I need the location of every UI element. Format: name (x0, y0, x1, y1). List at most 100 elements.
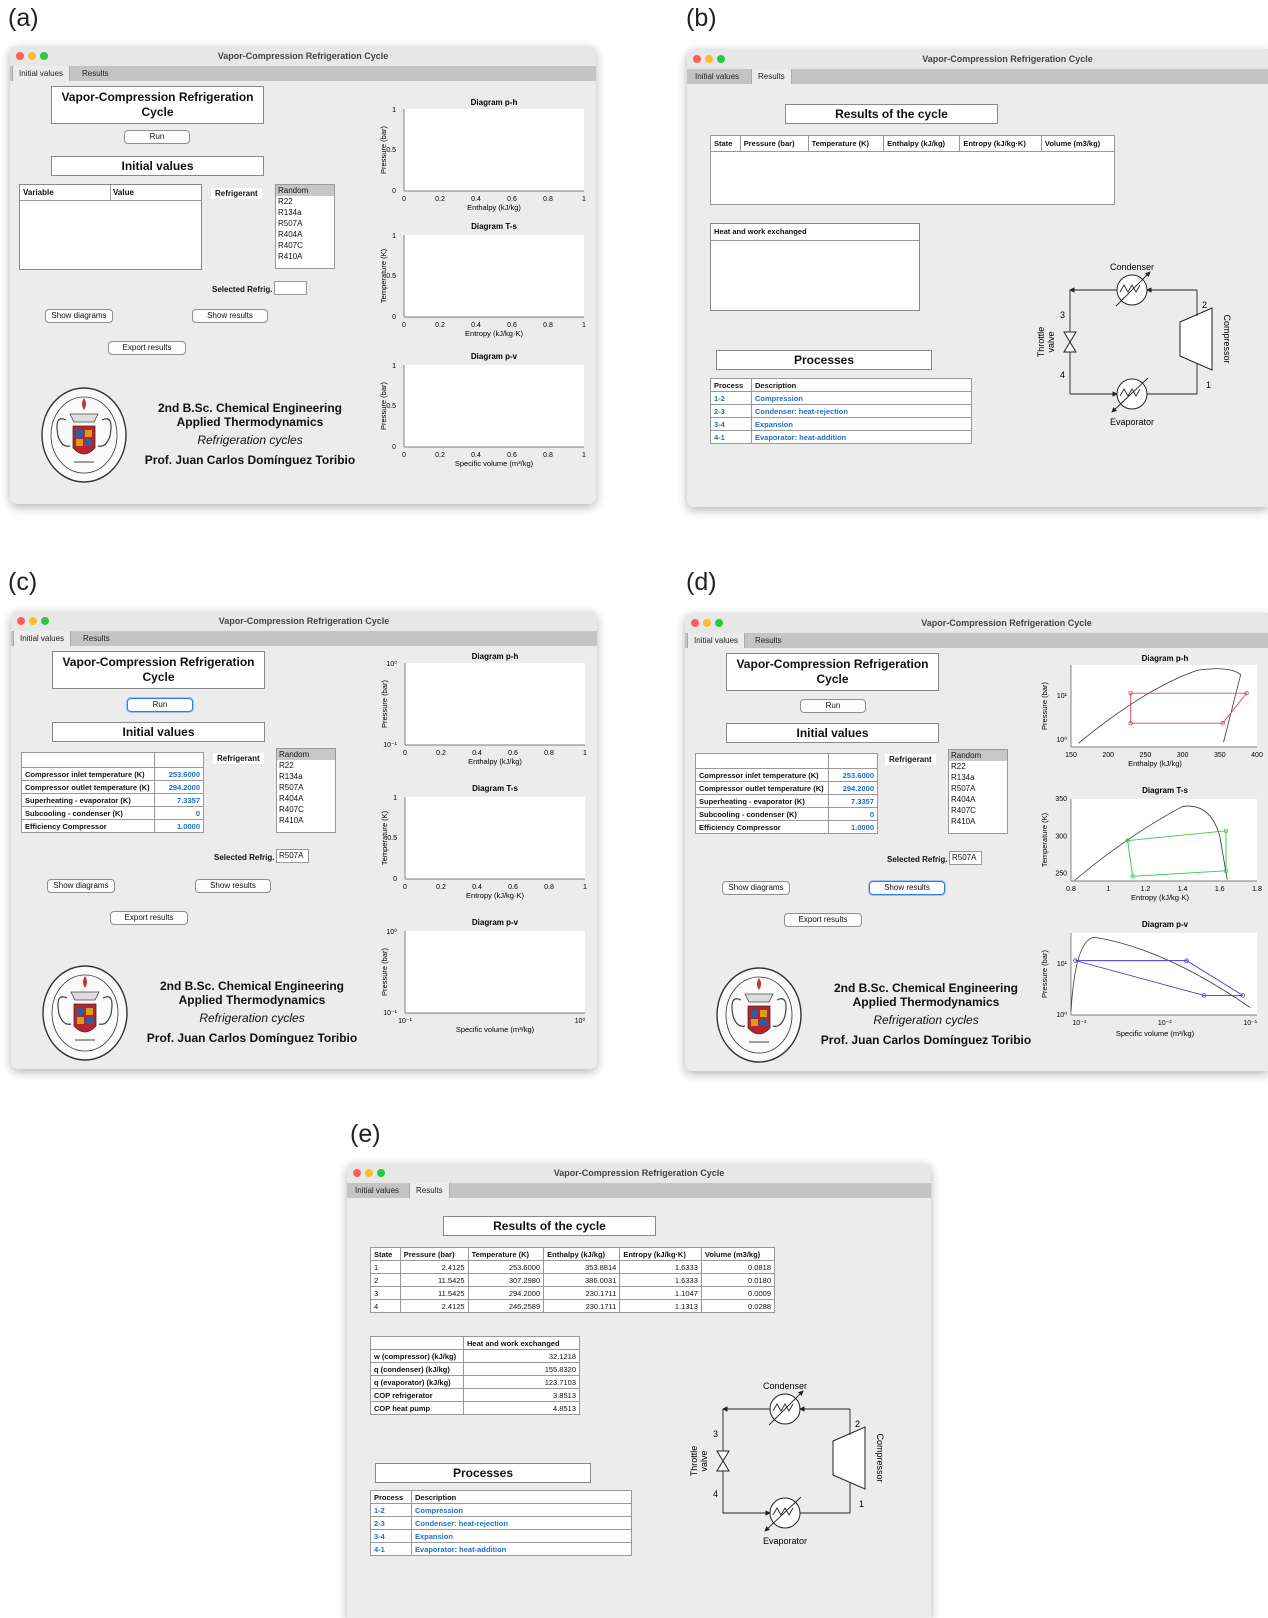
refrigerant-option[interactable]: R407C (949, 805, 1007, 816)
export-results-button[interactable]: Export results (108, 341, 186, 355)
table-row[interactable]: 3-4 Expansion (370, 1529, 632, 1543)
export-results-button[interactable]: Export results (784, 913, 862, 927)
run-button[interactable]: Run (124, 130, 190, 144)
refrigerant-option[interactable]: R507A (276, 218, 334, 229)
table-row[interactable]: q (evaporator) (kJ/kg) 123.7103 (370, 1375, 580, 1389)
table-row[interactable]: Superheating - evaporator (K) 7.3357 (695, 794, 878, 808)
close-window-button[interactable] (353, 1169, 361, 1177)
table-row[interactable]: 4 2.4125 246.2589 230.1711 1.1313 0.0288 (370, 1299, 776, 1313)
states-table[interactable]: State Pressure (bar) Temperature (K) Ent… (710, 135, 1116, 205)
show-diagrams-button[interactable]: Show diagrams (47, 879, 115, 893)
input-value[interactable]: 253.6000 (154, 767, 204, 781)
tab-initial-values[interactable]: Initial values (13, 631, 72, 646)
selected-refrig-field[interactable] (274, 281, 307, 295)
zoom-window-button[interactable] (717, 55, 725, 63)
heat-work-table[interactable]: Heat and work exchanged (710, 223, 920, 311)
refrigerant-option[interactable]: R410A (277, 815, 335, 826)
refrigerant-option[interactable]: R410A (276, 251, 334, 262)
initial-values-table[interactable]: Variable Value (19, 184, 202, 270)
input-value[interactable]: 294.2000 (154, 780, 204, 794)
refrigerant-option[interactable]: R410A (949, 816, 1007, 827)
table-row[interactable]: 1-2 Compression (370, 1503, 632, 1517)
input-value[interactable]: 253.6000 (828, 768, 878, 782)
refrigerant-listbox[interactable]: Random R22 R134a R507A R404A R407C R410A (948, 749, 1008, 834)
refrigerant-option[interactable]: R22 (276, 196, 334, 207)
run-button[interactable]: Run (127, 698, 193, 712)
refrigerant-option[interactable]: R507A (277, 782, 335, 793)
close-window-button[interactable] (16, 52, 24, 60)
run-button[interactable]: Run (800, 699, 866, 713)
table-row[interactable]: 3 11.5425 294.2000 230.1711 1.1047 0.0009 (370, 1286, 776, 1300)
tab-initial-values[interactable]: Initial values (349, 1183, 405, 1198)
heat-work-table[interactable]: Heat and work exchanged w (compressor) (… (370, 1336, 580, 1415)
refrigerant-option[interactable]: Random (949, 750, 1007, 761)
refrigerant-option[interactable]: R22 (277, 760, 335, 771)
show-results-button[interactable]: Show results (192, 309, 268, 323)
refrigerant-option[interactable]: R407C (277, 804, 335, 815)
table-row[interactable]: 4-1 Evaporator: heat-addition (710, 430, 972, 444)
zoom-window-button[interactable] (715, 619, 723, 627)
refrigerant-option[interactable]: R404A (277, 793, 335, 804)
refrigerant-option[interactable]: R507A (949, 783, 1007, 794)
tab-initial-values[interactable]: Initial values (687, 633, 746, 648)
zoom-window-button[interactable] (40, 52, 48, 60)
processes-table[interactable]: Process Description 1-2 Compression 2-3 Con… (370, 1490, 632, 1556)
refrigerant-listbox[interactable]: Random R22 R134a R507A R404A R407C R410A (276, 748, 336, 833)
input-value[interactable]: 1.0000 (154, 819, 204, 833)
close-window-button[interactable] (17, 617, 25, 625)
table-row[interactable]: Subcooling - condenser (K) 0 (695, 807, 878, 821)
tab-results[interactable]: Results (409, 1183, 450, 1198)
tab-results[interactable]: Results (751, 69, 792, 84)
show-results-button[interactable]: Show results (869, 881, 945, 895)
input-value[interactable]: 0 (154, 806, 204, 820)
input-value[interactable]: 1.0000 (828, 820, 878, 834)
processes-table[interactable]: Process Description 1-2 Compression 2-3 Con… (710, 378, 972, 444)
table-row[interactable]: 3-4 Expansion (710, 417, 972, 431)
input-value[interactable]: 7.3357 (828, 794, 878, 808)
input-value[interactable]: 7.3357 (154, 793, 204, 807)
initial-values-table[interactable]: Compressor inlet temperature (K) 253.6000… (21, 752, 204, 833)
table-row[interactable]: 2 11.5425 307.2980 386.0031 1.6333 0.0180 (370, 1273, 776, 1287)
refrigerant-option[interactable]: R22 (949, 761, 1007, 772)
show-diagrams-button[interactable]: Show diagrams (722, 881, 790, 895)
selected-refrig-field[interactable]: R507A (276, 849, 309, 863)
table-row[interactable]: q (condenser) (kJ/kg) 155.8320 (370, 1362, 580, 1376)
table-row[interactable]: Efficiency Compressor 1.0000 (21, 819, 204, 833)
minimize-window-button[interactable] (703, 619, 711, 627)
selected-refrig-field[interactable]: R507A (949, 851, 982, 865)
refrigerant-option[interactable]: Random (277, 749, 335, 760)
close-window-button[interactable] (693, 55, 701, 63)
export-results-button[interactable]: Export results (110, 911, 188, 925)
refrigerant-option[interactable]: R134a (276, 207, 334, 218)
minimize-window-button[interactable] (28, 52, 36, 60)
refrigerant-option[interactable]: Random (276, 185, 334, 196)
refrigerant-option[interactable]: R134a (277, 771, 335, 782)
input-value[interactable]: 0 (828, 807, 878, 821)
table-row[interactable]: 1-2 Compression (710, 391, 972, 405)
initial-values-table[interactable]: Compressor inlet temperature (K) 253.6000… (695, 753, 878, 834)
table-row[interactable]: 2-3 Condenser: heat-rejection (710, 404, 972, 418)
table-row[interactable]: COP refrigerator 3.8513 (370, 1388, 580, 1402)
show-diagrams-button[interactable]: Show diagrams (45, 309, 113, 323)
minimize-window-button[interactable] (365, 1169, 373, 1177)
close-window-button[interactable] (691, 619, 699, 627)
table-row[interactable]: Subcooling - condenser (K) 0 (21, 806, 204, 820)
tab-results[interactable]: Results (76, 66, 115, 81)
table-row[interactable]: Compressor outlet temperature (K) 294.200… (695, 781, 878, 795)
refrigerant-option[interactable]: R134a (949, 772, 1007, 783)
table-row[interactable]: Efficiency Compressor 1.0000 (695, 820, 878, 834)
table-row[interactable]: Compressor outlet temperature (K) 294.200… (21, 780, 204, 794)
zoom-window-button[interactable] (377, 1169, 385, 1177)
tab-initial-values[interactable]: Initial values (689, 69, 745, 84)
refrigerant-option[interactable]: R404A (949, 794, 1007, 805)
table-row[interactable]: 2-3 Condenser: heat-rejection (370, 1516, 632, 1530)
table-row[interactable]: 1 2.4125 253.6000 353.8814 1.6333 0.0818 (370, 1260, 776, 1274)
refrigerant-option[interactable]: R404A (276, 229, 334, 240)
refrigerant-option[interactable]: R407C (276, 240, 334, 251)
table-row[interactable]: w (compressor) (kJ/kg) 32.1218 (370, 1349, 580, 1363)
states-table[interactable]: State Pressure (bar) Temperature (K) Ent… (370, 1247, 776, 1313)
table-row[interactable]: Compressor inlet temperature (K) 253.6000 (695, 768, 878, 782)
table-row[interactable]: Superheating - evaporator (K) 7.3357 (21, 793, 204, 807)
minimize-window-button[interactable] (29, 617, 37, 625)
zoom-window-button[interactable] (41, 617, 49, 625)
